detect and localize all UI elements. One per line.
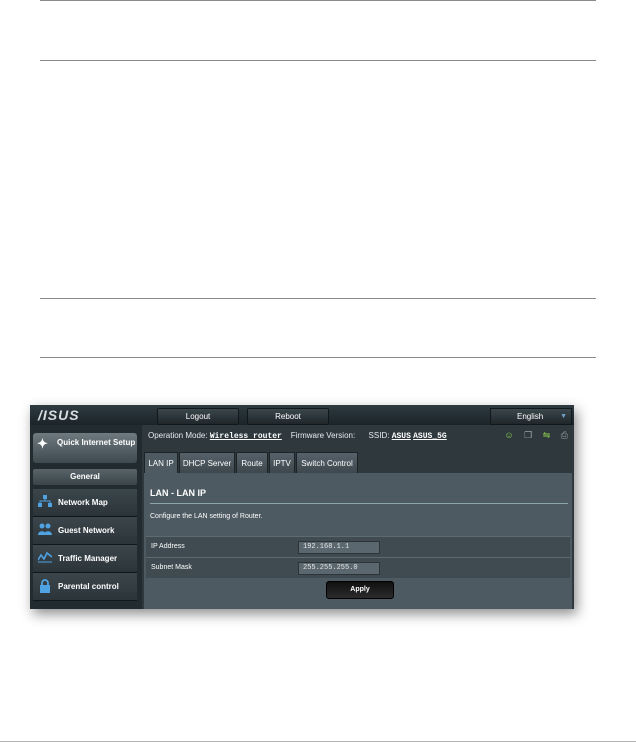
lock-icon: [37, 579, 53, 593]
guest-network-icon: [37, 523, 53, 537]
divider: [150, 503, 568, 504]
reboot-button[interactable]: Reboot: [247, 408, 329, 425]
sidebar-item-parental-control[interactable]: Parental control: [33, 573, 137, 601]
ip-address-field[interactable]: 192.168.1.1: [298, 541, 380, 554]
divider: [0, 741, 636, 742]
tab-iptv[interactable]: IPTV: [269, 452, 295, 474]
table-row: IP Address 192.168.1.1: [146, 536, 570, 557]
sidebar-section-general: General: [33, 469, 137, 485]
top-bar: /ISUS Logout Reboot English ▼: [30, 405, 574, 425]
tab-switch-control[interactable]: Switch Control: [296, 452, 358, 474]
ssid-link[interactable]: ASUS_5G: [413, 432, 447, 441]
panel-description: Configure the LAN setting of Router.: [150, 513, 263, 520]
sidebar: ✦ Quick Internet Setup General Network M…: [30, 425, 142, 609]
sidebar-item-label: Network Map: [58, 498, 108, 507]
network-map-icon: [37, 495, 53, 509]
lan-ip-panel: LAN - LAN IP Configure the LAN setting o…: [144, 473, 572, 609]
field-label: Subnet Mask: [151, 564, 192, 571]
subnet-mask-field[interactable]: 255.255.255.0: [298, 562, 380, 575]
ssid-link[interactable]: ASUS: [392, 432, 411, 441]
user-icon[interactable]: ☺: [504, 430, 513, 440]
language-select[interactable]: English ▼: [490, 408, 572, 425]
status-icons: ☺ ❐ ⇋ ⎙: [496, 430, 568, 441]
divider: [40, 298, 596, 299]
op-mode-link[interactable]: Wireless router: [210, 432, 282, 441]
logo: /ISUS: [38, 407, 80, 423]
apply-button[interactable]: Apply: [326, 581, 394, 599]
router-admin-screenshot: /ISUS Logout Reboot English ▼ ✦ Quick In…: [30, 405, 574, 609]
tab-lan-ip[interactable]: LAN IP: [144, 452, 178, 474]
sidebar-item-guest-network[interactable]: Guest Network: [33, 517, 137, 545]
table-row: Subnet Mask 255.255.255.0: [146, 557, 570, 578]
magic-wand-icon: ✦: [37, 436, 48, 451]
op-mode-label: Operation Mode:: [148, 431, 208, 440]
sidebar-item-network-map[interactable]: Network Map: [33, 489, 137, 517]
sidebar-item-label: Guest Network: [58, 526, 115, 535]
tab-route[interactable]: Route: [236, 452, 268, 474]
ssid-label: SSID:: [368, 431, 390, 440]
tab-dhcp-server[interactable]: DHCP Server: [179, 452, 235, 474]
logout-button[interactable]: Logout: [157, 408, 239, 425]
quick-setup-label: Quick Internet Setup: [57, 438, 136, 447]
firmware-label: Firmware Version:: [290, 431, 356, 440]
main-content: Operation Mode: Wireless router Firmware…: [142, 425, 574, 609]
sidebar-item-traffic-manager[interactable]: Traffic Manager: [33, 545, 137, 573]
sidebar-item-label: Parental control: [58, 582, 119, 591]
divider: [40, 357, 596, 358]
printer-icon[interactable]: ⎙: [561, 430, 568, 440]
status-line: Operation Mode: Wireless router Firmware…: [148, 431, 447, 441]
copy-icon[interactable]: ❐: [524, 430, 532, 440]
sidebar-item-label: Traffic Manager: [58, 554, 118, 563]
chevron-down-icon: ▼: [560, 413, 567, 420]
traffic-manager-icon: [37, 551, 53, 565]
divider: [40, 0, 596, 1]
panel-title: LAN - LAN IP: [150, 488, 206, 498]
language-value: English: [517, 412, 544, 421]
field-label: IP Address: [151, 543, 185, 550]
divider: [40, 60, 596, 61]
usb-icon[interactable]: ⇋: [543, 430, 551, 440]
quick-internet-setup-button[interactable]: ✦ Quick Internet Setup: [33, 433, 137, 463]
